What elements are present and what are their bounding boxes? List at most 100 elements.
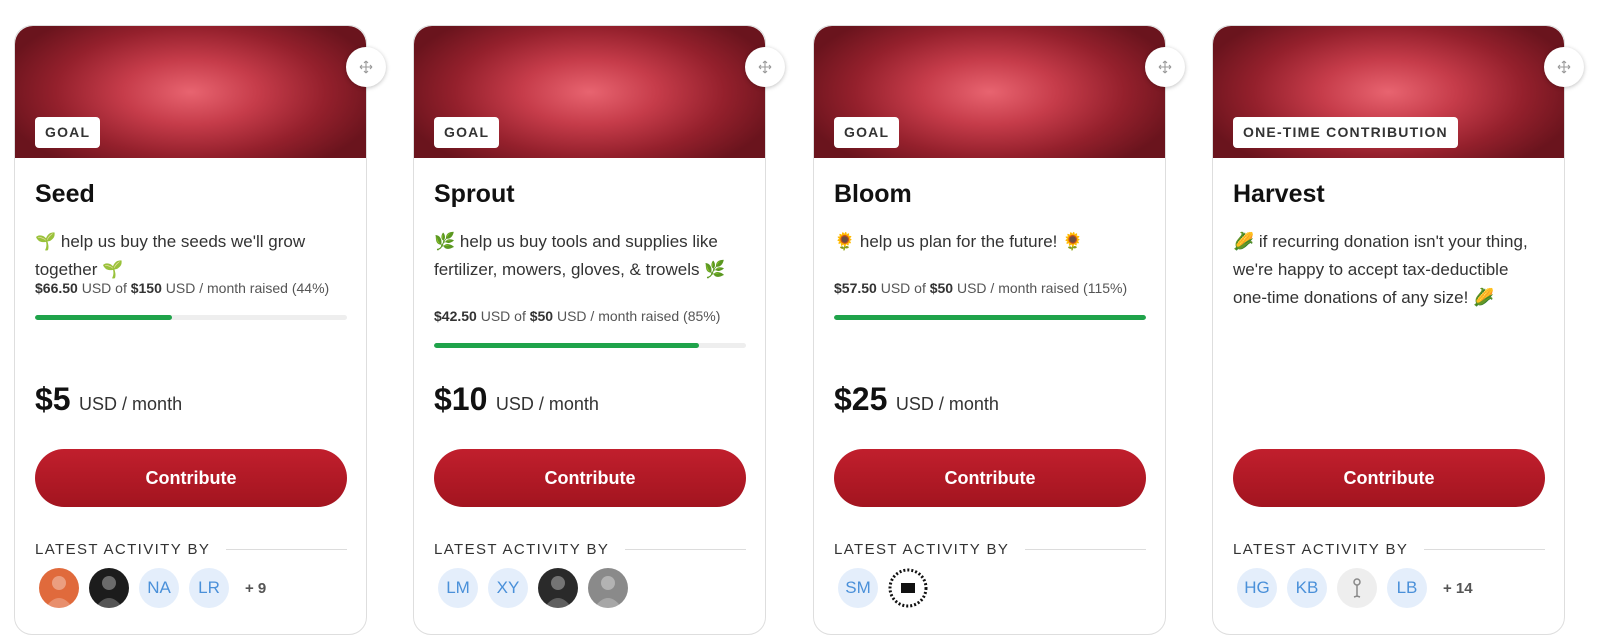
activity-avatars: NA LR + 9 [39, 568, 266, 608]
person-placeholder-icon [1353, 578, 1361, 598]
more-contributors-count[interactable]: + 14 [1443, 580, 1473, 597]
card-banner: GOAL [414, 26, 765, 158]
divider [226, 549, 347, 550]
price-period: USD / month [495, 394, 599, 414]
divider [625, 549, 746, 550]
tier-title: Harvest [1233, 180, 1325, 208]
tier-description: 🌿 help us buy tools and supplies like fe… [434, 232, 726, 279]
avatar-initials[interactable]: SM [838, 568, 878, 608]
latest-activity-label: LATEST ACTIVITY BY [434, 541, 610, 558]
goal-percent: (44%) [291, 280, 330, 296]
drag-handle[interactable] [745, 47, 785, 87]
goal-suffix: USD / month raised [956, 280, 1080, 296]
goal-amount: $50 [529, 308, 554, 324]
card-body: GOAL Sprout 🌿 help us buy tools and supp… [414, 26, 765, 634]
tier-description: 🌽 if recurring donation isn't your thing… [1233, 232, 1528, 307]
card-body: GOAL Seed 🌱 help us buy the seeds we'll … [15, 26, 366, 634]
latest-activity-header: LATEST ACTIVITY BY [434, 541, 746, 558]
card-body: ONE-TIME CONTRIBUTION Harvest 🌽 if recur… [1213, 26, 1564, 634]
contribute-button[interactable]: Contribute [434, 449, 746, 507]
goal-progress-bar [35, 315, 347, 320]
price-amount: $5 [35, 381, 71, 417]
avatar-initials[interactable]: LR [189, 568, 229, 608]
raised-currency: USD of [480, 308, 526, 324]
tier-price: $10 USD / month [434, 381, 599, 418]
tier-description: 🌻 help us plan for the future! 🌻 [834, 232, 1084, 251]
latest-activity-header: LATEST ACTIVITY BY [834, 541, 1146, 558]
price-period: USD / month [79, 394, 183, 414]
latest-activity-label: LATEST ACTIVITY BY [834, 541, 1010, 558]
person-photo-icon [95, 576, 123, 608]
contribute-button[interactable]: Contribute [1233, 449, 1545, 507]
latest-activity-label: LATEST ACTIVITY BY [1233, 541, 1409, 558]
raised-amount: $57.50 [834, 280, 877, 296]
avatar-initials[interactable]: LB [1387, 568, 1427, 608]
move-icon [1557, 60, 1571, 74]
move-icon [758, 60, 772, 74]
more-contributors-count[interactable]: + 9 [245, 580, 266, 597]
activity-avatars: SM [838, 568, 938, 608]
divider [1025, 549, 1146, 550]
avatar-photo-2[interactable] [89, 568, 129, 608]
avatar-photo-4[interactable] [588, 568, 628, 608]
avatar-initials[interactable]: NA [139, 568, 179, 608]
activity-avatars: HG KB LB + 14 [1237, 568, 1473, 608]
logo-badge-icon [888, 568, 928, 608]
tier-type-badge: GOAL [834, 117, 900, 148]
raised-amount: $66.50 [35, 280, 78, 296]
contribute-button[interactable]: Contribute [35, 449, 347, 507]
goal-progress-fill [434, 343, 700, 348]
tier-card-sprout: GOAL Sprout 🌿 help us buy tools and supp… [413, 25, 785, 635]
goal-progress-text: $42.50 USD of $50 USD / month raised (85… [434, 308, 749, 325]
goal-progress-bar [434, 343, 746, 348]
raised-currency: USD of [81, 280, 127, 296]
card-banner: GOAL [814, 26, 1165, 158]
price-amount: $25 [834, 381, 888, 417]
raised-currency: USD of [880, 280, 926, 296]
tier-title: Seed [35, 180, 95, 208]
avatar-initials[interactable]: KB [1287, 568, 1327, 608]
tier-description: 🌱 help us buy the seeds we'll grow toget… [35, 232, 306, 279]
avatar-initials[interactable]: LM [438, 568, 478, 608]
goal-amount: $150 [130, 280, 162, 296]
goal-progress-text: $57.50 USD of $50 USD / month raised (11… [834, 280, 1149, 297]
person-photo-icon [594, 576, 622, 608]
goal-progress-fill [35, 315, 173, 320]
goal-amount: $50 [929, 280, 954, 296]
tier-price: $25 USD / month [834, 381, 999, 418]
latest-activity-header: LATEST ACTIVITY BY [35, 541, 347, 558]
goal-progress-fill [834, 315, 1146, 320]
drag-handle[interactable] [1544, 47, 1584, 87]
move-icon [1158, 60, 1172, 74]
tier-card-seed: GOAL Seed 🌱 help us buy the seeds we'll … [14, 25, 386, 635]
activity-avatars: LM XY [438, 568, 638, 608]
raised-amount: $42.50 [434, 308, 477, 324]
avatar-default-icon[interactable] [1337, 568, 1377, 608]
price-period: USD / month [895, 394, 999, 414]
drag-handle[interactable] [1145, 47, 1185, 87]
avatar-initials[interactable]: XY [488, 568, 528, 608]
tier-price: $5 USD / month [35, 381, 182, 418]
goal-progress-text: $66.50 USD of $150 USD / month raised (4… [35, 280, 350, 297]
avatar-photo-3[interactable] [538, 568, 578, 608]
tier-type-badge: GOAL [35, 117, 101, 148]
avatar-initials[interactable]: HG [1237, 568, 1277, 608]
goal-progress-bar [834, 315, 1146, 320]
goal-suffix: USD / month raised [165, 280, 288, 296]
tier-title: Sprout [434, 180, 515, 208]
tier-card-harvest: ONE-TIME CONTRIBUTION Harvest 🌽 if recur… [1212, 25, 1584, 635]
avatar-photo-1[interactable] [39, 568, 79, 608]
goal-suffix: USD / month raised [556, 308, 680, 324]
tier-type-badge: GOAL [434, 117, 500, 148]
divider [1424, 549, 1545, 550]
person-photo-icon [45, 576, 73, 608]
tier-type-badge: ONE-TIME CONTRIBUTION [1233, 117, 1458, 148]
contribute-button[interactable]: Contribute [834, 449, 1146, 507]
card-body: GOAL Bloom 🌻 help us plan for the future… [814, 26, 1165, 634]
card-banner: GOAL [15, 26, 366, 158]
price-amount: $10 [434, 381, 488, 417]
person-photo-icon [544, 576, 572, 608]
avatar-logo-badge[interactable] [888, 568, 928, 608]
drag-handle[interactable] [346, 47, 386, 87]
tier-card-bloom: GOAL Bloom 🌻 help us plan for the future… [813, 25, 1185, 635]
